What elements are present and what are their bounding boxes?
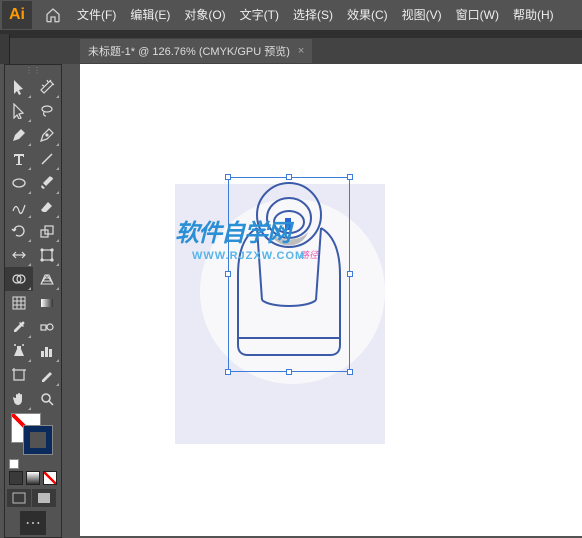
pen-tool[interactable] <box>5 123 33 147</box>
color-mode-gradient[interactable] <box>26 471 40 485</box>
color-picker-area <box>5 411 61 459</box>
column-graph-tool[interactable] <box>33 339 61 363</box>
menu-help[interactable]: 帮助(H) <box>506 1 561 29</box>
rotate-tool[interactable] <box>5 219 33 243</box>
home-icon[interactable] <box>40 2 66 28</box>
type-tool[interactable] <box>5 147 33 171</box>
menu-object[interactable]: 对象(O) <box>177 1 232 29</box>
eraser-tool[interactable] <box>33 195 61 219</box>
close-icon[interactable]: × <box>298 45 304 57</box>
edit-toolbar-row: ⋯ <box>5 509 61 537</box>
canvas[interactable]: 路径 软件自学网 WWW.RJZXW.COM <box>80 64 582 536</box>
scale-tool[interactable] <box>33 219 61 243</box>
shape-builder-tool[interactable] <box>5 267 33 291</box>
menu-view[interactable]: 视图(V) <box>395 1 449 29</box>
watermark-text: 软件自学网 <box>175 222 290 246</box>
menu-select[interactable]: 选择(S) <box>286 1 340 29</box>
toolbox: ⋮⋮ <box>4 64 62 538</box>
stroke-color-swatch[interactable] <box>23 425 53 455</box>
selection-tool[interactable] <box>5 75 33 99</box>
selection-handle-s[interactable] <box>286 369 292 375</box>
menu-window[interactable]: 窗口(W) <box>449 1 506 29</box>
color-mode-row <box>5 469 61 487</box>
blend-tool[interactable] <box>33 315 61 339</box>
direct-selection-tool[interactable] <box>5 99 33 123</box>
magic-wand-tool[interactable] <box>33 75 61 99</box>
toolbox-grip[interactable]: ⋮⋮ <box>5 65 61 75</box>
selection-handle-sw[interactable] <box>225 369 231 375</box>
screen-mode-normal[interactable] <box>7 489 31 507</box>
workspace: ⋮⋮ <box>0 64 582 536</box>
gradient-tool[interactable] <box>33 291 61 315</box>
lasso-tool[interactable] <box>33 99 61 123</box>
app-logo: Ai <box>2 1 32 29</box>
paintbrush-tool[interactable] <box>33 171 61 195</box>
selection-bounding-box[interactable] <box>228 177 350 372</box>
line-segment-tool[interactable] <box>33 147 61 171</box>
selection-handle-w[interactable] <box>225 271 231 277</box>
control-strip <box>0 34 10 64</box>
eyedropper-tool[interactable] <box>5 315 33 339</box>
curvature-tool[interactable] <box>33 123 61 147</box>
menu-effect[interactable]: 效果(C) <box>340 1 395 29</box>
tab-title: 未标题-1* @ 126.76% (CMYK/GPU 预览) <box>88 43 290 59</box>
artboard-tool[interactable] <box>5 363 33 387</box>
slice-tool[interactable] <box>33 363 61 387</box>
symbol-sprayer-tool[interactable] <box>5 339 33 363</box>
control-bar <box>0 30 582 38</box>
zoom-tool[interactable] <box>33 387 61 411</box>
selection-handle-e[interactable] <box>347 271 353 277</box>
width-tool[interactable] <box>5 243 33 267</box>
screen-mode-row <box>5 487 61 509</box>
watermark-url: WWW.RJZXW.COM <box>192 250 305 262</box>
color-mode-solid[interactable] <box>9 471 23 485</box>
document-tab[interactable]: 未标题-1* @ 126.76% (CMYK/GPU 预览) × <box>80 39 312 63</box>
selection-handle-nw[interactable] <box>225 174 231 180</box>
selection-handle-ne[interactable] <box>347 174 353 180</box>
menu-type[interactable]: 文字(T) <box>233 1 286 29</box>
selection-handle-se[interactable] <box>347 369 353 375</box>
perspective-grid-tool[interactable] <box>33 267 61 291</box>
default-colors-icon[interactable] <box>9 459 19 469</box>
mesh-tool[interactable] <box>5 291 33 315</box>
edit-toolbar-button[interactable]: ⋯ <box>20 511 46 535</box>
screen-mode-full[interactable] <box>32 489 56 507</box>
color-mode-none[interactable] <box>43 471 57 485</box>
document-tab-bar: 未标题-1* @ 126.76% (CMYK/GPU 预览) × <box>0 38 582 64</box>
free-transform-tool[interactable] <box>33 243 61 267</box>
menu-bar: Ai 文件(F) 编辑(E) 对象(O) 文字(T) 选择(S) 效果(C) 视… <box>0 0 582 30</box>
ellipse-tool[interactable] <box>5 171 33 195</box>
hand-tool[interactable] <box>5 387 33 411</box>
selection-handle-n[interactable] <box>286 174 292 180</box>
menu-edit[interactable]: 编辑(E) <box>123 1 177 29</box>
swap-colors-row <box>5 459 61 469</box>
menu-file[interactable]: 文件(F) <box>70 1 123 29</box>
shaper-tool[interactable] <box>5 195 33 219</box>
